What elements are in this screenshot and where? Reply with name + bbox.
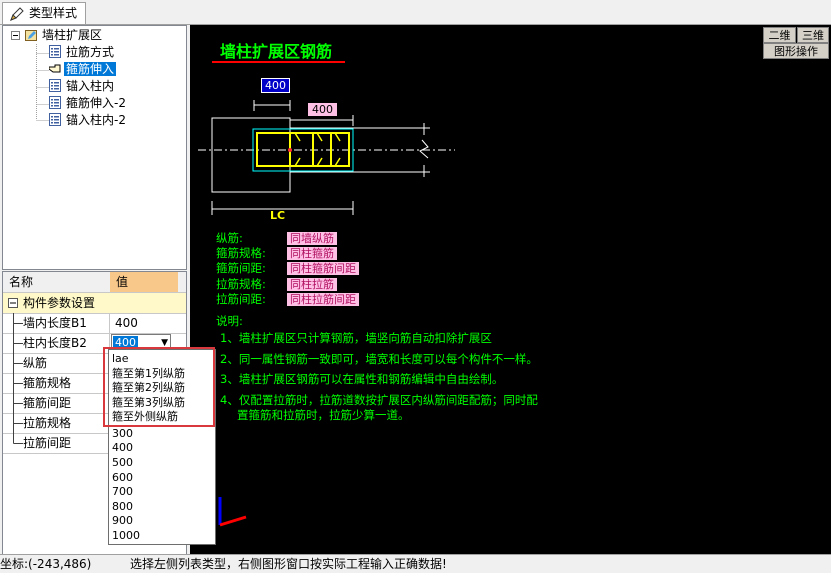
status-bar: 坐标:(-243,486) 选择左侧列表类型，右侧图形窗口按实际工程输入正确数据… xyxy=(0,554,831,573)
list-doc-icon xyxy=(49,96,61,109)
type-tree[interactable]: 墙柱扩展区 拉筋方式 箍筋伸入 锚入柱内 箍筋伸入-2 锚入柱内-2 xyxy=(2,25,187,270)
value-b1[interactable]: 400 xyxy=(115,313,175,333)
grid-header: 名称 值 xyxy=(3,272,186,293)
dropdown-option[interactable]: 800 xyxy=(112,500,133,515)
tree-item-maoru-zhunei[interactable]: 锚入柱内 xyxy=(49,78,116,95)
tab-bar xyxy=(0,0,831,25)
dropdown-option[interactable]: 300 xyxy=(112,427,133,442)
axis-gizmo-icon xyxy=(218,497,247,527)
tree-item-maoru-zhunei-2[interactable]: 锚入柱内-2 xyxy=(49,112,128,129)
header-value: 值 xyxy=(110,272,178,292)
tree-root[interactable]: 墙柱扩展区 xyxy=(25,27,104,44)
row-tree-line xyxy=(13,433,23,444)
note-4: 4、仅配置拉筋时，拉筋道数按扩展区内纵筋间距配筋；同时配 xyxy=(220,393,538,407)
dropdown-option[interactable]: 1000 xyxy=(112,529,140,544)
header-name: 名称 xyxy=(3,272,116,292)
note-3: 3、墙柱扩展区钢筋可以在属性和钢筋编辑中自由绘制。 xyxy=(220,372,504,386)
dropdown-option[interactable]: 600 xyxy=(112,471,133,486)
dim-top-label: 400 xyxy=(261,78,290,93)
prop-gujin-jianju: 箍筋间距: xyxy=(216,261,266,275)
row-tree-line xyxy=(13,333,23,353)
tab-type-style[interactable]: 类型样式 xyxy=(2,2,87,24)
list-doc-icon xyxy=(49,113,61,126)
row-tree-line xyxy=(13,313,23,333)
row-tree-line xyxy=(13,373,23,393)
prop-gujin-guige-value[interactable]: 同柱箍筋 xyxy=(287,245,337,261)
note-1: 1、墙柱扩展区只计算钢筋，墙竖向筋自动扣除扩展区 xyxy=(220,331,492,345)
prop-zongjin: 纵筋: xyxy=(216,231,243,245)
list-doc-icon xyxy=(49,79,61,92)
graphics-canvas[interactable]: 二维 三维 图形操作 墙柱扩展区钢筋 400 400 LC 纵筋: 同墙纵筋 箍… xyxy=(190,25,831,554)
dim-bottom-label: LC xyxy=(270,209,286,222)
row-tree-line xyxy=(13,353,23,373)
tree-item-gujin-shenru-2[interactable]: 箍筋伸入-2 xyxy=(49,95,128,112)
prop-lajin-guige: 拉筋规格: xyxy=(216,277,266,291)
prop-gujin-jianju-value[interactable]: 同柱箍筋间距 xyxy=(287,260,359,276)
grid-row-b1[interactable]: 墙内长度B1 400 xyxy=(3,313,186,334)
prop-lajin-jianju: 拉筋间距: xyxy=(216,292,266,306)
dropdown-option[interactable]: 700 xyxy=(112,485,133,500)
folder-edit-icon xyxy=(25,30,37,41)
edit-style-icon xyxy=(10,7,24,21)
dropdown-option[interactable]: 500 xyxy=(112,456,133,471)
status-coords: 坐标:(-243,486) xyxy=(0,557,92,571)
tree-item-gujin-shenru[interactable]: 箍筋伸入 xyxy=(49,61,117,78)
group-label: 构件参数设置 xyxy=(23,296,96,310)
prop-gujin-guige: 箍筋规格: xyxy=(216,246,266,260)
status-message: 选择左侧列表类型，右侧图形窗口按实际工程输入正确数据! xyxy=(130,557,447,571)
collapse-icon[interactable] xyxy=(8,298,18,308)
prop-zongjin-value[interactable]: 同墙纵筋 xyxy=(287,230,337,246)
prop-lajin-jianju-value[interactable]: 同柱拉筋间距 xyxy=(287,291,359,307)
pointing-hand-icon xyxy=(49,64,61,73)
grid-group-row[interactable]: 构件参数设置 xyxy=(3,293,186,314)
dim-right-label: 400 xyxy=(308,103,337,116)
dropdown-option[interactable]: 400 xyxy=(112,441,133,456)
prop-lajin-guige-value[interactable]: 同柱拉筋 xyxy=(287,276,337,292)
notes-title: 说明: xyxy=(216,314,243,328)
highlight-box xyxy=(103,347,215,427)
note-2: 2、同一属性钢筋一致即可，墙宽和长度可以每个构件不一样。 xyxy=(220,352,538,366)
row-tree-line xyxy=(13,393,23,413)
note-4-cont: 置箍筋和拉筋时，拉筋少算一道。 xyxy=(237,408,410,422)
dropdown-option[interactable]: 900 xyxy=(112,514,133,529)
section-drawing xyxy=(198,100,455,215)
row-tree-line xyxy=(13,413,23,433)
tree-item-lajin-fangshi[interactable]: 拉筋方式 xyxy=(49,44,116,61)
tab-label: 类型样式 xyxy=(29,6,78,20)
list-doc-icon xyxy=(49,45,61,58)
